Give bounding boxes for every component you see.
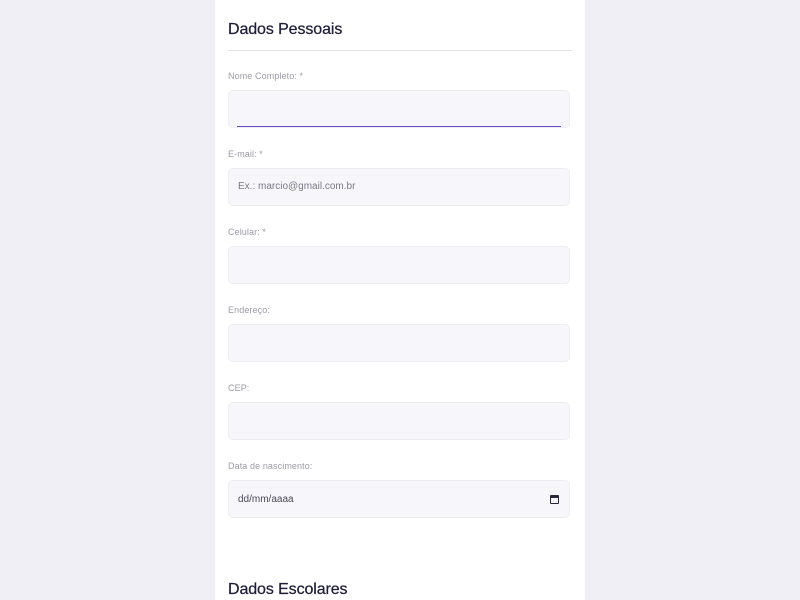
section-title-personal: Dados Pessoais: [228, 21, 343, 38]
address-label: Endereço:: [228, 305, 270, 315]
birth-date-value: dd/mm/aaaa: [238, 494, 294, 505]
phone-input[interactable]: [228, 246, 570, 284]
section-title-school: Dados Escolares: [228, 581, 348, 598]
email-placeholder: Ex.: marcio@gmail.com.br: [238, 181, 356, 192]
cep-label: CEP:: [228, 383, 250, 393]
email-label: E-mail: *: [228, 149, 263, 159]
full-name-input[interactable]: [228, 90, 570, 128]
calendar-icon[interactable]: [550, 495, 559, 504]
phone-label: Celular: *: [228, 227, 267, 237]
address-input[interactable]: [228, 324, 570, 362]
birth-date-input[interactable]: dd/mm/aaaa: [228, 480, 570, 518]
birth-date-label: Data de nascimento:: [228, 461, 313, 471]
form-card: Dados Pessoais Nome Completo: * E-mail: …: [215, 0, 585, 600]
email-input[interactable]: Ex.: marcio@gmail.com.br: [228, 168, 570, 206]
section-divider: [228, 50, 572, 51]
cep-input[interactable]: [228, 402, 570, 440]
full-name-label: Nome Completo: *: [228, 71, 304, 81]
